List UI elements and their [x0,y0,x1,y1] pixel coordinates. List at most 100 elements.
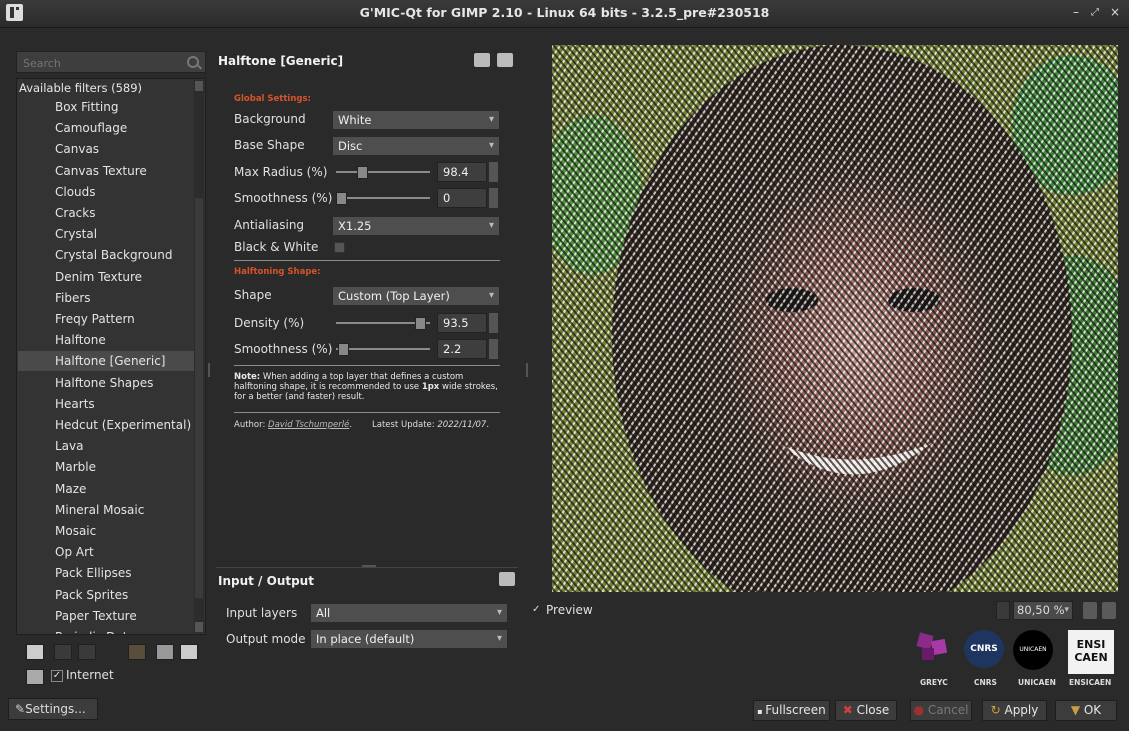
output-mode-label: Output mode [226,632,306,646]
refresh-filters-icon[interactable] [26,669,44,685]
filter-item[interactable]: Camouflage [55,118,195,138]
filter-item[interactable]: Marble [55,457,195,477]
smoothness2-stepper[interactable] [489,339,498,359]
close-button[interactable]: ✖ Close [835,700,897,721]
filter-tree[interactable]: Available filters (589) Box Fitting Camou… [16,78,206,635]
internet-checkbox[interactable]: ✓ [51,670,63,682]
antialiasing-select[interactable]: X1.25 [332,216,500,236]
max-radius-slider[interactable] [336,162,430,182]
filter-item[interactable]: Maze [55,479,195,499]
visibility-icon[interactable] [128,644,146,660]
filter-item[interactable]: Denim Texture [55,267,195,287]
black-white-checkbox[interactable] [334,242,345,253]
filter-item[interactable]: Mosaic [55,521,195,541]
smoothness2-slider[interactable] [336,339,430,359]
copy-params-icon[interactable] [474,53,490,67]
input-layers-select[interactable]: All [310,603,508,623]
internet-label: Internet [66,668,114,682]
scroll-up-arrow-icon[interactable] [195,81,203,91]
filter-item[interactable]: Crystal Background [55,245,195,265]
filter-item[interactable]: Halftone Shapes [55,373,195,393]
zoom-out-icon[interactable] [996,601,1010,620]
density-slider[interactable] [336,313,430,333]
smoothness2-handle[interactable] [338,343,349,356]
scroll-down-arrow-icon[interactable] [195,622,203,632]
ok-button[interactable]: ▼ OK [1055,700,1117,721]
smoothness-stepper[interactable] [489,188,498,208]
filter-item[interactable]: Crystal [55,224,195,244]
zoom-field[interactable]: 80,50 % ▾ [1013,601,1073,620]
max-radius-spinbox[interactable]: 98.4 [437,162,487,182]
filter-item[interactable]: Halftone [55,330,195,350]
filter-item[interactable]: Box Fitting [55,97,195,117]
filter-list-header[interactable]: Available filters (589) [19,81,142,95]
input-layers-label: Input layers [226,606,298,620]
cancel-button[interactable]: ● Cancel [910,700,972,721]
cnrs-logo: CNRS CNRS [964,630,1004,687]
smoothness-spinbox[interactable]: 0 [437,188,487,208]
remove-fave-icon[interactable] [54,644,72,660]
smoothness-slider[interactable] [336,188,430,208]
filter-item[interactable]: Clouds [55,182,195,202]
density-handle[interactable] [415,317,426,330]
filter-item[interactable]: Pack Sprites [55,585,195,605]
ensicaen-mark: ENSI CAEN [1068,630,1114,674]
base-shape-select[interactable]: Disc [332,136,500,156]
io-title[interactable]: Input / Output [218,574,314,588]
unicaen-mark: UNICAEN [1013,630,1053,670]
splitter-handle[interactable] [526,363,528,377]
splitter-handle[interactable] [208,363,210,377]
density-spinbox[interactable]: 93.5 [437,313,487,333]
smoothness-handle[interactable] [336,192,347,205]
reset-params-icon[interactable] [497,53,513,67]
filter-item[interactable]: Lava [55,436,195,456]
filter-item[interactable]: Halftone [Generic] [18,351,196,372]
search-box[interactable] [16,51,206,73]
preview-image[interactable] [552,45,1118,592]
fullscreen-button[interactable]: ▪ Fullscreen [753,700,830,721]
filter-item[interactable]: Canvas [55,139,195,159]
preview-checkbox[interactable]: ✓ [532,604,540,615]
filter-item[interactable]: Fibers [55,288,195,308]
smoothness2-spinbox[interactable]: 2.2 [437,339,487,359]
filter-item[interactable]: Op Art [55,542,195,562]
density-stepper[interactable] [489,313,498,333]
max-radius-handle[interactable] [357,166,368,179]
download-icon[interactable] [180,644,198,660]
filter-item[interactable]: Freqy Pattern [55,309,195,329]
apply-button[interactable]: ↻ Apply [982,700,1047,721]
minimize-button[interactable]: – [1073,5,1079,19]
settings-button[interactable]: ✎Settings... [8,698,98,720]
close-window-button[interactable]: × [1110,5,1120,19]
update-line: Latest Update: 2022/11/07. [372,420,490,430]
add-fave-icon[interactable] [26,644,44,660]
separator [234,365,500,366]
halftone-portrait [552,45,1118,592]
search-input[interactable] [21,54,185,72]
zoom-fit-icon[interactable] [1083,602,1097,619]
filter-item[interactable]: Periodic Dots [55,627,195,634]
filter-title: Halftone [Generic] [218,54,344,68]
output-mode-select[interactable]: In place (default) [310,629,508,649]
shape-select[interactable]: Custom (Top Layer) [332,286,500,306]
note-text: Note: When adding a top layer that defin… [234,372,498,402]
filter-item[interactable]: Mineral Mosaic [55,500,195,520]
max-radius-stepper[interactable] [489,162,498,182]
filter-item[interactable]: Pack Ellipses [55,563,195,583]
separator [234,260,500,261]
filter-list-scrollbar[interactable] [194,80,204,633]
filter-item[interactable]: Paper Texture [55,606,195,626]
expand-collapse-icon[interactable] [156,644,174,660]
io-reset-icon[interactable] [499,572,515,586]
author-link[interactable]: David Tschumperlé [268,420,349,430]
maximize-button[interactable]: ⤢ [1091,7,1099,18]
filter-item[interactable]: Cracks [55,203,195,223]
filter-item[interactable]: Hearts [55,394,195,414]
background-select[interactable]: White [332,110,500,130]
filter-item[interactable]: Hedcut (Experimental) [55,415,195,435]
filter-item[interactable]: Canvas Texture [55,161,195,181]
refresh-preview-icon[interactable] [1102,602,1116,619]
rename-fave-icon[interactable] [78,644,96,660]
greyc-logo: GREYC [912,630,952,687]
scroll-thumb[interactable] [195,198,203,598]
